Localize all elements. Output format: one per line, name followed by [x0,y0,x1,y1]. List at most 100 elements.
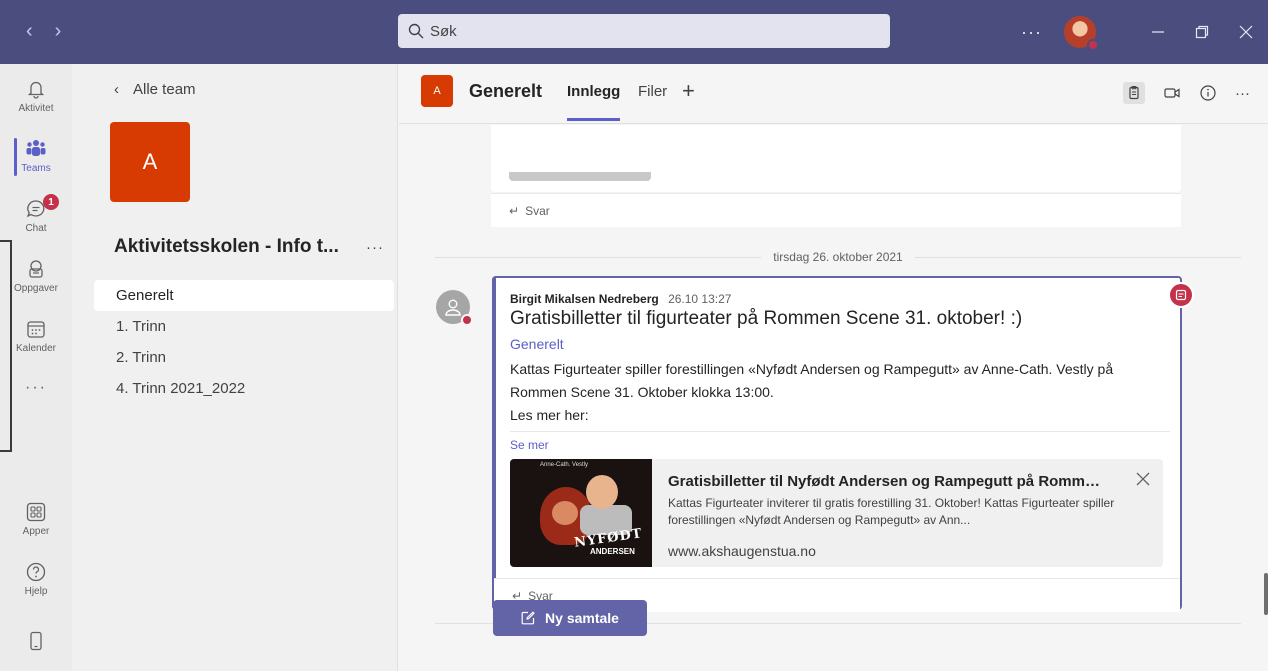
post-body: Kattas Figurteater spiller forestillinge… [510,358,1170,430]
rail-item-activity[interactable]: Aktivitet [0,66,72,126]
chat-unread-badge: 1 [43,194,59,210]
calendar-icon [27,321,45,338]
post-time: 26.10 13:27 [668,292,732,306]
post-author-avatar[interactable] [436,290,473,326]
all-teams-label: Alle team [133,81,196,98]
all-teams-link[interactable]: ‹ Alle team [114,81,196,98]
feed-scrollbar[interactable] [1264,573,1268,615]
channel-main: A Generelt Innlegg Filer + ··· ↵ Svar ti… [399,64,1268,671]
bell-icon [27,81,45,99]
video-camera-icon[interactable] [1163,84,1181,102]
previous-reply-button[interactable]: ↵ Svar [491,193,1181,227]
preview-image-subtitle: ANDERSEN [590,547,635,556]
search-box[interactable] [398,14,890,48]
channel-item-1-trinn[interactable]: 1. Trinn [94,311,394,342]
link-preview-title[interactable]: Gratisbilletter til Nyfødt Andersen og R… [668,473,1108,490]
clipboard-icon [1129,86,1139,100]
rail-label: Teams [21,163,51,174]
team-panel: ‹ Alle team A Aktivitetsskolen - Info t.… [72,64,398,671]
channel-team-logo: A [421,75,453,107]
restore-button[interactable] [1180,0,1224,64]
minimize-icon [1152,31,1164,33]
history-navigation: ‹ › [26,20,61,43]
forward-arrow-icon[interactable]: › [55,20,62,43]
apps-icon [26,502,46,522]
channel-header: A Generelt Innlegg Filer + ··· [399,64,1268,124]
rail-label: Kalender [15,343,57,354]
rail-label: Chat [25,223,47,234]
see-more-link[interactable]: Se mer [510,438,549,452]
rail-label: Oppgaver [14,283,58,294]
team-name: Aktivitetsskolen - Info t... [114,236,339,257]
teams-icon [26,140,46,156]
channel-item-generelt[interactable]: Generelt [94,280,394,311]
settings-more-button[interactable]: ··· [1021,22,1042,43]
profile-avatar[interactable] [1064,16,1099,51]
post-author[interactable]: Birgit Mikalsen Nedreberg [510,292,659,306]
rail-label: Hjelp [24,586,48,597]
meeting-notes-button[interactable] [1123,82,1145,104]
search-icon [408,23,424,39]
channel-title: Generelt [469,81,543,101]
link-preview-description: Kattas Figurteater inviterer til gratis … [668,496,1115,527]
team-more-options-button[interactable]: ··· [366,239,384,256]
puppet-head-shape [586,475,618,509]
window-edge-frame [0,240,12,452]
close-button[interactable] [1224,0,1268,64]
previous-post-card: ↵ Svar [491,125,1181,238]
channel-item-2-trinn[interactable]: 2. Trinn [94,342,394,373]
rail-item-mobile[interactable] [0,611,72,671]
compose-icon [521,611,535,625]
post-body-line: Rommen Scene 31. Oktober klokka 13:00. [510,384,774,400]
rail-item-help[interactable]: Hjelp [0,549,72,609]
search-input[interactable] [430,22,870,40]
info-icon[interactable] [1199,84,1217,102]
new-conversation-label: Ny samtale [545,610,619,626]
post-title: Gratisbilletter til figurteater på Romme… [510,308,1023,329]
post-body-line: Kattas Figurteater spiller forestillinge… [510,361,1114,377]
important-badge [1168,282,1194,308]
presence-busy-icon [1087,39,1099,51]
rail-item-apps[interactable]: Apper [0,489,72,549]
link-preview-card[interactable]: Anne-Cath. Vestly NYFØDT ANDERSEN Gratis… [510,459,1163,567]
reply-label: Svar [525,203,550,218]
channel-more-options-button[interactable]: ··· [1235,85,1250,102]
restore-icon [1195,25,1209,39]
close-icon[interactable] [1135,471,1151,487]
channel-list: Generelt 1. Trinn 2. Trinn 4. Trinn 2021… [94,280,394,404]
link-preview-image: Anne-Cath. Vestly NYFØDT ANDERSEN [510,459,652,567]
tab-innlegg[interactable]: Innlegg [567,83,621,121]
minimize-button[interactable] [1136,0,1180,64]
chevron-left-icon: ‹ [114,81,119,98]
help-icon [26,562,46,582]
preview-image-caption: Anne-Cath. Vestly [540,462,589,468]
presence-busy-icon [461,314,473,326]
link-preview-url[interactable]: www.akshaugenstua.no [668,543,816,559]
post-card[interactable]: Birgit Mikalsen Nedreberg 26.10 13:27 Gr… [492,276,1194,612]
date-divider-label: tirsdag 26. oktober 2021 [773,250,903,264]
team-logo: A [110,122,190,202]
puppet-face-shape [552,501,578,525]
close-icon [1239,25,1253,39]
team-name-row: Aktivitetsskolen - Info t... ··· [114,236,384,258]
tab-filer[interactable]: Filer [638,83,667,100]
rail-label: Aktivitet [18,103,54,114]
divider-line [914,256,1242,258]
post-meta: Birgit Mikalsen Nedreberg 26.10 13:27 [510,292,731,306]
rail-item-chat[interactable]: 1 Chat [0,186,72,246]
channel-item-4-trinn[interactable]: 4. Trinn 2021_2022 [94,373,394,404]
post-body-fade [510,422,1170,432]
rail-label: Apper [22,526,50,537]
reply-arrow-icon: ↵ [509,203,520,218]
post-channel-link[interactable]: Generelt [510,336,564,352]
back-arrow-icon[interactable]: ‹ [26,20,33,43]
add-tab-plus-icon[interactable]: + [682,78,695,104]
conversation-feed: ↵ Svar tirsdag 26. oktober 2021 Birgit M… [399,125,1268,671]
tasks-icon [29,260,43,278]
title-bar: ‹ › ··· [0,0,1268,64]
rail-item-teams[interactable]: Teams [0,126,72,186]
divider-line [435,256,762,258]
important-note-icon [1175,289,1187,301]
new-conversation-button[interactable]: Ny samtale [493,600,647,636]
previous-post-attachment-bar [509,172,651,181]
